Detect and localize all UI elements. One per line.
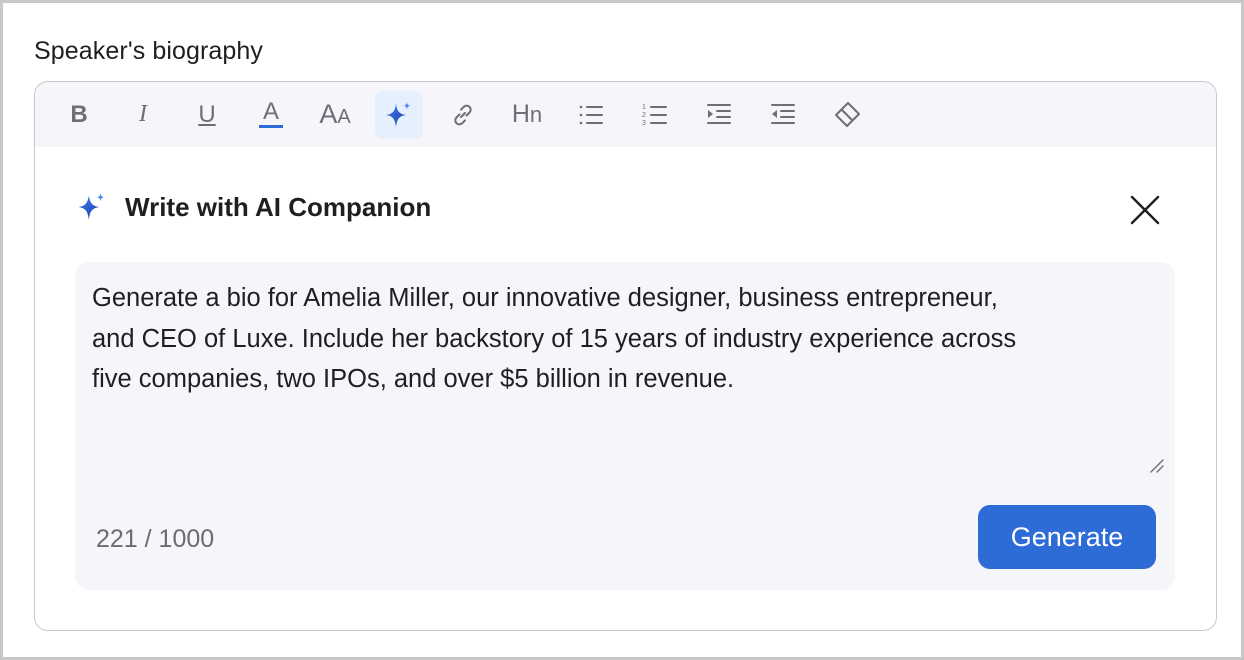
ai-prompt-text[interactable]: Generate a bio for Amelia Miller, our in…: [92, 278, 1168, 400]
bulleted-list-button[interactable]: [567, 91, 615, 139]
resize-handle-icon[interactable]: [1149, 458, 1165, 474]
link-button[interactable]: [439, 91, 487, 139]
italic-button[interactable]: I: [119, 91, 167, 139]
link-icon: [454, 104, 472, 125]
text-color-glyph: A: [262, 98, 279, 125]
numbered-list-icon: 1 2 3: [642, 104, 667, 127]
sparkle-icon: [78, 193, 105, 220]
bulleted-list-icon: [579, 105, 603, 124]
sparkle-icon: [386, 101, 411, 127]
prompt-line: and CEO of Luxe. Include her backstory o…: [92, 324, 1017, 353]
bold-button[interactable]: B: [55, 91, 103, 139]
eraser-icon: [835, 101, 860, 127]
heading-button[interactable]: Hn: [503, 91, 551, 139]
field-label: Speaker's biography: [34, 37, 264, 65]
rich-text-editor: B I U A AA Hn 1 2 3 Write with AI Compan…: [34, 81, 1217, 631]
indent-button[interactable]: [695, 91, 743, 139]
prompt-line: Generate a bio for Amelia Miller, our in…: [92, 284, 998, 312]
page-frame: Speaker's biography B I U A AA Hn 1 2 3 …: [0, 0, 1244, 660]
svg-text:1: 1: [642, 104, 646, 111]
heading-icon: Hn: [511, 100, 543, 128]
indent-icon: [707, 103, 731, 124]
bold-icon: B: [70, 100, 88, 128]
text-color-icon: A: [259, 98, 283, 128]
generate-button[interactable]: Generate: [978, 505, 1156, 569]
ai-panel-title: Write with AI Companion: [125, 191, 432, 222]
font-size-button[interactable]: AA: [311, 91, 359, 139]
svg-text:3: 3: [642, 120, 646, 127]
text-color-swatch: [259, 125, 283, 128]
ai-panel-header: Write with AI Companion: [75, 190, 431, 224]
svg-text:2: 2: [642, 112, 646, 119]
outdent-icon: [771, 103, 795, 124]
character-count: 221 / 1000: [96, 525, 215, 553]
underline-icon: U: [198, 100, 216, 128]
close-ai-panel-button[interactable]: [1125, 190, 1165, 230]
text-color-button[interactable]: A: [247, 91, 295, 139]
ai-prompt-textarea[interactable]: Generate a bio for Amelia Miller, our in…: [75, 262, 1175, 590]
clear-formatting-button[interactable]: [823, 91, 871, 139]
prompt-line: five companies, two IPOs, and over $5 bi…: [92, 365, 735, 393]
outdent-button[interactable]: [759, 91, 807, 139]
ai-companion-button[interactable]: [375, 90, 423, 139]
underline-button[interactable]: U: [183, 91, 231, 139]
italic-icon: I: [139, 101, 147, 127]
numbered-list-button[interactable]: 1 2 3: [631, 91, 679, 139]
close-icon: [1130, 195, 1160, 225]
font-size-icon: AA: [319, 99, 351, 129]
formatting-toolbar: B I U A AA Hn 1 2 3: [35, 82, 1216, 147]
